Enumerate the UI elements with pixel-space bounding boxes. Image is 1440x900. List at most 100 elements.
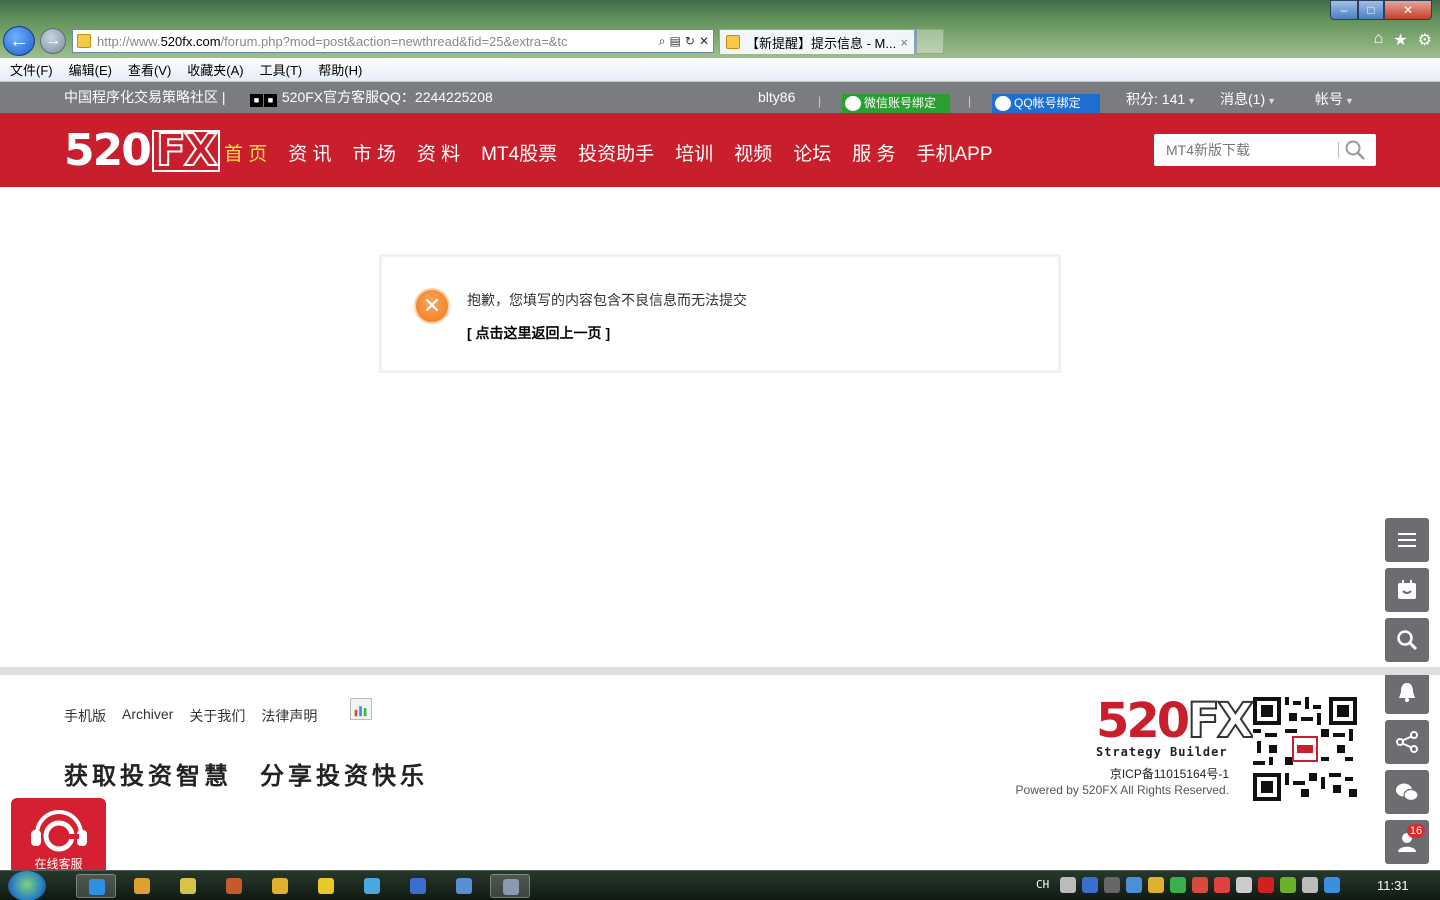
favorites-star-icon[interactable]: ★ [1393, 30, 1407, 50]
search-input[interactable] [1154, 134, 1336, 166]
new-tab-button[interactable] [916, 29, 944, 54]
taskbar-app-5[interactable] [260, 874, 300, 898]
taskbar-app-8[interactable] [398, 874, 438, 898]
tray-arrow-icon[interactable] [1104, 877, 1120, 893]
security-shield-icon[interactable] [1324, 877, 1340, 893]
user-float-button[interactable]: 16 [1385, 820, 1429, 864]
footer-link-mobile[interactable]: 手机版 [64, 706, 106, 726]
menu-help[interactable]: 帮助(H) [318, 60, 362, 79]
qq-service[interactable]: ■ ■ 520FX官方客服QQ：2244225208 [250, 82, 493, 113]
help-icon[interactable] [1082, 877, 1098, 893]
tray-app-icon-5[interactable] [1214, 877, 1230, 893]
nav-forum[interactable]: 论坛 [793, 139, 831, 166]
wechat-bind-button[interactable]: 微信账号绑定 [842, 94, 950, 113]
back-link[interactable]: [ 点击这里返回上一页 ] [467, 323, 610, 343]
footer-links: 手机版 Archiver 关于我们 法律声明 [64, 706, 317, 726]
taskbar-app-6[interactable] [306, 874, 346, 898]
search-icon[interactable] [1344, 139, 1366, 161]
forward-button[interactable]: → [40, 28, 66, 54]
taskbar-app-9[interactable] [444, 874, 484, 898]
tray-app-icon-3[interactable] [1170, 877, 1186, 893]
taskbar-app-10[interactable] [490, 874, 530, 898]
share-icon [1396, 731, 1418, 753]
home-icon[interactable]: ⌂ [1374, 30, 1384, 50]
taskbar-app-4[interactable] [214, 874, 254, 898]
qq-badge-icon-2: ■ [264, 94, 277, 107]
nav-news[interactable]: 资 讯 [288, 139, 331, 166]
community-name[interactable]: 中国程序化交易策略社区 | [64, 82, 226, 113]
taskbar-ie[interactable] [76, 874, 116, 898]
gear-icon[interactable]: ⚙ [1418, 30, 1432, 50]
tab-favicon-icon [726, 35, 740, 49]
menu-edit[interactable]: 编辑(E) [69, 60, 112, 79]
nav-mobile-app[interactable]: 手机APP [916, 139, 992, 166]
menu-file[interactable]: 文件(F) [10, 60, 53, 79]
online-service-widget[interactable]: 在线客服 [11, 798, 106, 871]
app-10-icon [503, 879, 519, 895]
footer-link-about[interactable]: 关于我们 [189, 706, 245, 726]
close-window-button[interactable]: ✕ [1384, 0, 1432, 20]
logo-number: 520 [64, 125, 152, 176]
tray-app-icon[interactable] [1126, 877, 1142, 893]
qq-bind-button[interactable]: QQ帐号绑定 [992, 94, 1100, 113]
points-text: 积分: 141 [1126, 91, 1186, 107]
start-button[interactable] [8, 871, 46, 900]
url-text[interactable]: http://www.520fx.com/forum.php?mod=post&… [97, 34, 659, 49]
refresh-icon[interactable]: ↻ [685, 34, 695, 49]
address-bar[interactable]: http://www.520fx.com/forum.php?mod=post&… [72, 29, 714, 53]
maximize-button[interactable]: □ [1358, 0, 1384, 20]
hamburger-menu-icon [1398, 533, 1416, 547]
footer-logo-fx: FX [1186, 693, 1255, 749]
tab-close-icon[interactable]: × [900, 35, 908, 50]
menu-float-button[interactable] [1385, 518, 1429, 562]
username-link[interactable]: blty86 [758, 82, 795, 113]
menu-view[interactable]: 查看(V) [128, 60, 171, 79]
icp-license[interactable]: 京ICP备11015164号-1 [1110, 765, 1229, 782]
nav-market[interactable]: 市 场 [353, 139, 396, 166]
tray-app-icon-4[interactable] [1192, 877, 1208, 893]
checkin-float-button[interactable] [1385, 568, 1429, 612]
taskbar-app-3[interactable] [168, 874, 208, 898]
wechat-float-button[interactable] [1385, 770, 1429, 814]
compat-view-icon[interactable]: ▤ [670, 34, 681, 49]
back-button[interactable]: ← [3, 26, 35, 56]
site-logo[interactable]: 520 FX [64, 128, 220, 174]
minimize-button[interactable]: – [1330, 0, 1358, 20]
volume-icon[interactable] [1236, 877, 1252, 893]
clock[interactable]: 11:31 [1377, 878, 1409, 893]
nav-training[interactable]: 培训 [675, 139, 713, 166]
taskbar-app-7[interactable] [352, 874, 392, 898]
cnzz-stats-icon[interactable] [350, 698, 372, 720]
footer-link-archiver[interactable]: Archiver [122, 706, 173, 726]
keyboard-icon[interactable] [1060, 877, 1076, 893]
menu-tools[interactable]: 工具(T) [260, 60, 303, 79]
share-float-button[interactable] [1385, 720, 1429, 764]
menu-favorites[interactable]: 收藏夹(A) [187, 60, 243, 79]
notify-float-button[interactable] [1385, 670, 1429, 714]
nav-services[interactable]: 服 务 [852, 139, 895, 166]
browser-chrome: – □ ✕ ← → http://www.520fx.com/forum.php… [0, 0, 1440, 58]
wechat-icon [845, 96, 861, 111]
wechat-icon [1396, 783, 1419, 802]
nav-home[interactable]: 首 页 [224, 139, 267, 166]
stop-icon[interactable]: ✕ [699, 34, 709, 49]
search-float-button[interactable] [1385, 618, 1429, 662]
media-player-icon [134, 878, 150, 894]
nav-video[interactable]: 视频 [734, 139, 772, 166]
nav-resources[interactable]: 资 料 [417, 139, 460, 166]
tray-app-icon-6[interactable] [1258, 877, 1274, 893]
nav-mt4-stocks[interactable]: MT4股票 [481, 139, 557, 166]
nvidia-icon[interactable] [1280, 877, 1296, 893]
qq-bind-label: QQ帐号绑定 [1014, 96, 1081, 110]
search-icon[interactable]: ⌕ [659, 34, 666, 49]
nav-invest-assistant[interactable]: 投资助手 [578, 139, 654, 166]
taskbar-media[interactable] [122, 874, 162, 898]
footer-link-legal[interactable]: 法律声明 [261, 706, 317, 726]
network-icon[interactable] [1302, 877, 1318, 893]
tray-app-icon-2[interactable] [1148, 877, 1164, 893]
browser-tab[interactable]: 【新提醒】提示信息 - M... × [719, 29, 915, 54]
input-language[interactable]: CH [1036, 878, 1049, 891]
footer-logo: 520FX [1096, 693, 1255, 749]
footer-logo-number: 520 [1096, 693, 1190, 749]
chevron-down-icon: ▼ [1345, 96, 1354, 106]
